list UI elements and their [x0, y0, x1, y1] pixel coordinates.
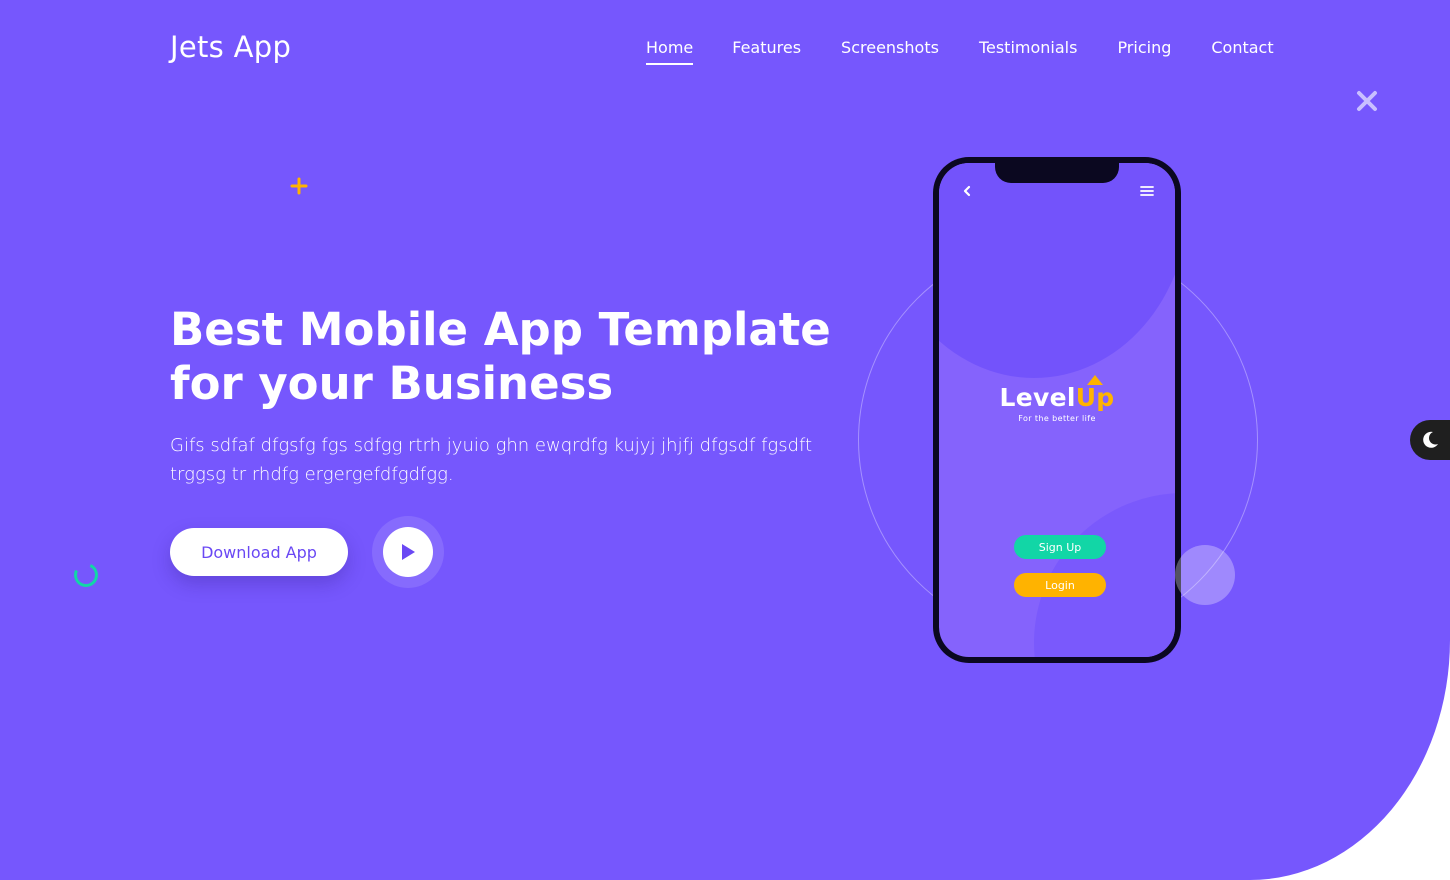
phone-mockup: Level Up For the better life Sign Up Logi… — [933, 157, 1181, 663]
logo-tagline: For the better life — [1018, 414, 1096, 423]
nav-item-testimonials[interactable]: Testimonials — [979, 38, 1078, 65]
plus-icon — [289, 176, 309, 196]
play-icon — [402, 544, 415, 560]
nav-item-features[interactable]: Features — [732, 38, 801, 65]
hamburger-menu-icon[interactable] — [1140, 183, 1154, 197]
nav-item-pricing[interactable]: Pricing — [1117, 38, 1171, 65]
chevron-left-icon[interactable] — [961, 183, 973, 197]
phone-signup-button[interactable]: Sign Up — [1014, 535, 1106, 559]
phone-login-button[interactable]: Login — [1014, 573, 1106, 597]
nav-item-home[interactable]: Home — [646, 38, 694, 65]
play-video-button[interactable] — [372, 516, 444, 588]
brand-logo[interactable]: Jets App — [170, 30, 291, 64]
main-nav: Home Features Screenshots Testimonials P… — [646, 38, 1274, 65]
phone-screen: Level Up For the better life Sign Up Logi… — [939, 163, 1175, 657]
levelup-logo: Level Up For the better life — [939, 375, 1175, 423]
hero-description: Gifs sdfaf dfgsfg fgs sdfgg rtrh jyuio g… — [170, 435, 813, 485]
play-button-circle[interactable] — [383, 527, 433, 577]
decorative-circle-filled — [1175, 545, 1235, 605]
phone-notch — [995, 163, 1119, 183]
download-app-button[interactable]: Download App — [170, 528, 348, 576]
logo-level-text: Level — [999, 383, 1076, 412]
arrow-up-icon — [1087, 375, 1104, 385]
hero-title: Best Mobile App Template for your Busine… — [170, 303, 831, 410]
logo-up-text: Up — [1076, 375, 1115, 412]
nav-item-contact[interactable]: Contact — [1211, 38, 1273, 65]
theme-toggle-button[interactable] — [1410, 420, 1450, 460]
close-icon[interactable] — [1356, 90, 1378, 112]
moon-icon — [1423, 431, 1438, 448]
nav-item-screenshots[interactable]: Screenshots — [841, 38, 939, 65]
